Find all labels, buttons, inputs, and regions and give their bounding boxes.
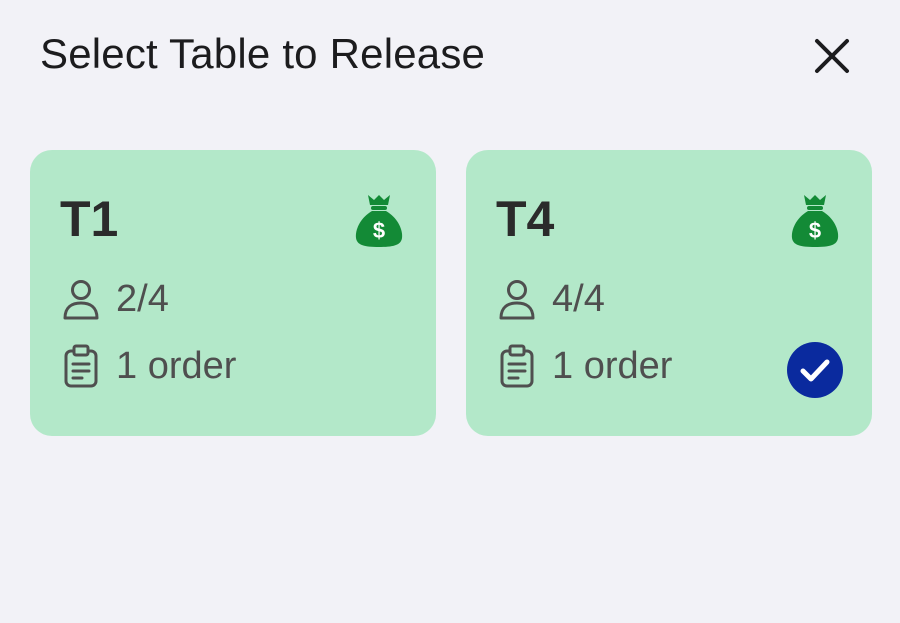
table-card-list: T1 $ 2/4 1 order T4 $ 4/4 1 order [30,150,872,436]
order-count: 1 order [116,344,237,387]
order-count-row: 1 order [62,344,236,388]
table-name: T1 [60,191,119,247]
person-icon [63,279,99,319]
guest-count-row: 2/4 [62,278,169,321]
selected-check-icon [787,342,843,398]
guest-count-row: 4/4 [498,278,605,321]
order-count-row: 1 order [498,344,672,388]
table-card-t4[interactable]: T4 $ 4/4 1 order [466,150,872,436]
order-count: 1 order [552,344,673,387]
svg-text:$: $ [373,218,385,243]
clipboard-icon [500,344,534,388]
close-icon [815,39,849,73]
dialog-title: Select Table to Release [40,30,486,77]
clipboard-icon [64,344,98,388]
guest-count: 4/4 [552,278,605,320]
table-name: T4 [496,191,555,247]
svg-text:$: $ [809,218,821,243]
table-card-t1[interactable]: T1 $ 2/4 1 order [30,150,436,436]
money-bag-icon: $ [355,195,403,247]
close-button[interactable] [810,34,854,78]
guest-count: 2/4 [116,278,169,320]
person-icon [499,279,535,319]
money-bag-icon: $ [791,195,839,247]
dialog-header: Select Table to Release [40,28,860,84]
